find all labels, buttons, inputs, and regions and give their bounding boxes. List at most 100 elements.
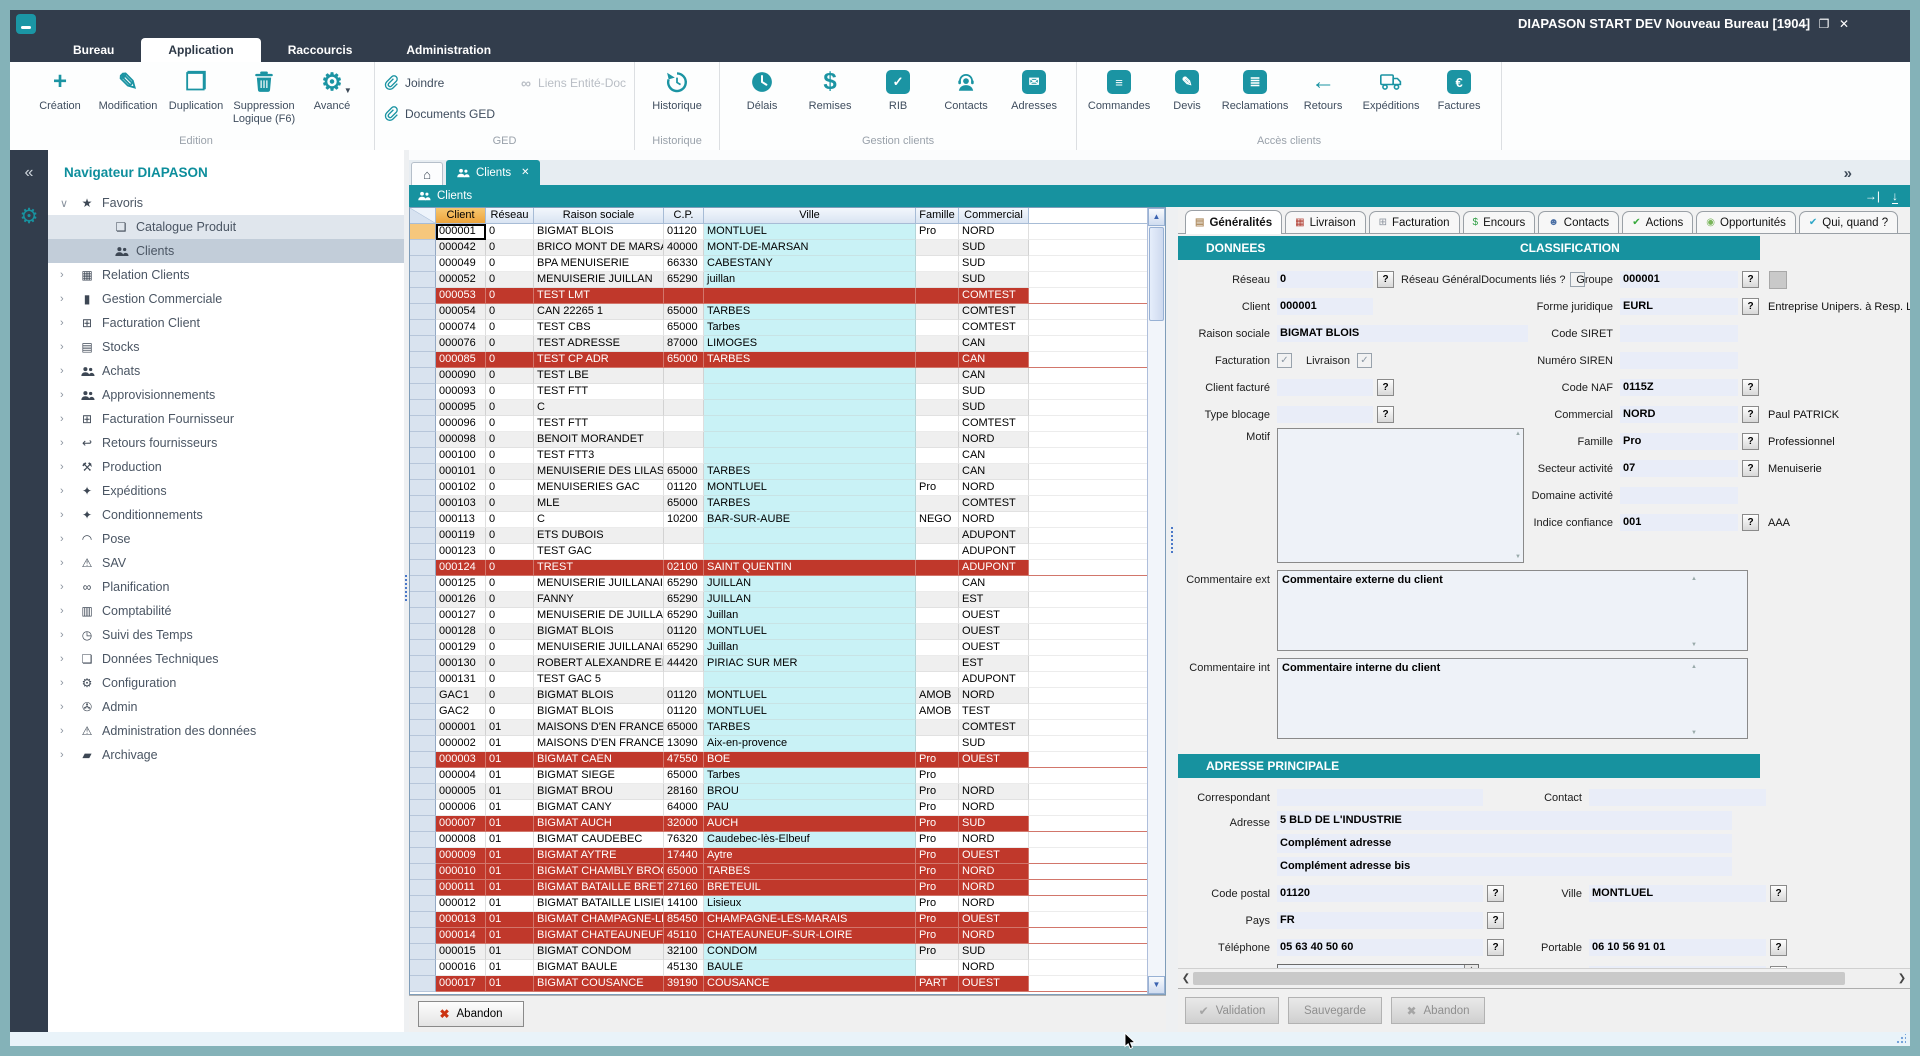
- table-row-GAC2-0[interactable]: GAC20BIGMAT BLOIS01120MONTLUELAMOBTEST: [410, 704, 1147, 720]
- sidebar-item-catalogue-produit[interactable]: ❏ Catalogue Produit: [48, 215, 404, 239]
- sidebar-item-pose[interactable]: › ◠ Pose: [48, 527, 404, 551]
- cell-ville[interactable]: Tarbes: [704, 320, 916, 336]
- ribbon-button-rib[interactable]: ✓ RIB: [865, 67, 931, 113]
- cell-reseau[interactable]: 0: [486, 448, 534, 464]
- cell-raison-sociale[interactable]: BIGMAT BLOIS: [534, 688, 664, 704]
- cell-ville[interactable]: [704, 368, 916, 384]
- numero-siren-field[interactable]: [1620, 352, 1738, 369]
- cell-raison-sociale[interactable]: BIGMAT CAEN: [534, 752, 664, 768]
- cell-famille[interactable]: Pro: [916, 768, 959, 784]
- pays-lookup-button[interactable]: ?: [1487, 912, 1504, 929]
- ribbon-button-suppression-logique-f6[interactable]: Suppression Logique (F6): [231, 67, 297, 125]
- cell-cp[interactable]: [664, 400, 704, 416]
- cell-client[interactable]: 000007: [436, 816, 486, 832]
- cell-ville[interactable]: CHAMPAGNE-LES-MARAIS: [704, 912, 916, 928]
- cell-commercial[interactable]: SUD: [959, 384, 1029, 400]
- cell-cp[interactable]: 01120: [664, 480, 704, 496]
- cell-cp[interactable]: 32000: [664, 816, 704, 832]
- cell-client[interactable]: 000096: [436, 416, 486, 432]
- cell-reseau[interactable]: 0: [486, 528, 534, 544]
- chevron-icon[interactable]: ›: [60, 749, 77, 761]
- cell-client[interactable]: 000076: [436, 336, 486, 352]
- cell-cp[interactable]: 65290: [664, 640, 704, 656]
- row-selector[interactable]: [410, 608, 436, 624]
- scroll-thumb[interactable]: [1193, 972, 1845, 985]
- table-row-000085-0[interactable]: 0000850TEST CP ADR65000TARBESCAN: [410, 352, 1147, 368]
- cell-commercial[interactable]: COMTEST: [959, 304, 1029, 320]
- cell-ville[interactable]: TARBES: [704, 464, 916, 480]
- table-row-000096-0[interactable]: 0000960TEST FTTCOMTEST: [410, 416, 1147, 432]
- cell-commercial[interactable]: NORD: [959, 480, 1029, 496]
- row-selector[interactable]: [410, 544, 436, 560]
- cell-raison-sociale[interactable]: MAISONS D'EN FRANCE: [534, 736, 664, 752]
- cell-reseau[interactable]: 0: [486, 288, 534, 304]
- chevron-icon[interactable]: ›: [60, 341, 77, 353]
- cell-commercial[interactable]: NORD: [959, 880, 1029, 896]
- column-header-client[interactable]: Client: [436, 208, 486, 224]
- cell-ville[interactable]: SAINT QUENTIN: [704, 560, 916, 576]
- cell-ville[interactable]: JUILLAN: [704, 592, 916, 608]
- cell-famille[interactable]: Pro: [916, 864, 959, 880]
- cell-commercial[interactable]: OUEST: [959, 848, 1029, 864]
- cell-famille[interactable]: [916, 384, 959, 400]
- cell-reseau[interactable]: 0: [486, 608, 534, 624]
- minimize-button[interactable]: –: [1796, 15, 1812, 33]
- row-selector[interactable]: [410, 656, 436, 672]
- cell-reseau[interactable]: 0: [486, 704, 534, 720]
- cell-client[interactable]: 000129: [436, 640, 486, 656]
- row-selector[interactable]: [410, 272, 436, 288]
- cell-famille[interactable]: Pro: [916, 944, 959, 960]
- cell-ville[interactable]: Tarbes: [704, 768, 916, 784]
- cell-raison-sociale[interactable]: BIGMAT AYTRE: [534, 848, 664, 864]
- chevron-icon[interactable]: ›: [60, 485, 77, 497]
- cell-raison-sociale[interactable]: TEST FTT: [534, 416, 664, 432]
- cell-cp[interactable]: 13090: [664, 736, 704, 752]
- cell-raison-sociale[interactable]: BENOIT MORANDET: [534, 432, 664, 448]
- secteur-lookup-button[interactable]: ?: [1742, 460, 1759, 477]
- cell-client[interactable]: 000098: [436, 432, 486, 448]
- cell-commercial[interactable]: NORD: [959, 864, 1029, 880]
- cell-reseau[interactable]: 0: [486, 272, 534, 288]
- cell-famille[interactable]: [916, 736, 959, 752]
- cell-commercial[interactable]: NORD: [959, 224, 1029, 240]
- row-selector[interactable]: [410, 928, 436, 944]
- cell-commercial[interactable]: COMTEST: [959, 416, 1029, 432]
- dock-down-icon[interactable]: ↓: [1892, 189, 1898, 204]
- cell-cp[interactable]: 65000: [664, 304, 704, 320]
- cell-cp[interactable]: 44420: [664, 656, 704, 672]
- ribbon-button-adresses[interactable]: ✉ Adresses: [1001, 67, 1067, 113]
- resize-grip[interactable]: [1896, 1034, 1906, 1044]
- commentaire-int-textarea[interactable]: Commentaire interne du client: [1277, 658, 1748, 739]
- cell-reseau[interactable]: 01: [486, 896, 534, 912]
- ribbon-button-remises[interactable]: $ Remises: [797, 67, 863, 113]
- row-selector[interactable]: [410, 784, 436, 800]
- cell-cp[interactable]: 02100: [664, 560, 704, 576]
- cell-reseau[interactable]: 01: [486, 784, 534, 800]
- cell-famille[interactable]: Pro: [916, 784, 959, 800]
- cell-reseau[interactable]: 0: [486, 480, 534, 496]
- cell-reseau[interactable]: 01: [486, 832, 534, 848]
- secteur-activite-field[interactable]: 07: [1620, 460, 1738, 477]
- row-selector[interactable]: [410, 384, 436, 400]
- cell-famille[interactable]: [916, 528, 959, 544]
- cell-raison-sociale[interactable]: ROBERT ALEXANDRE EN: [534, 656, 664, 672]
- cell-commercial[interactable]: NORD: [959, 832, 1029, 848]
- cell-reseau[interactable]: 01: [486, 768, 534, 784]
- cell-ville[interactable]: PAU: [704, 800, 916, 816]
- cell-ville[interactable]: MONTLUEL: [704, 224, 916, 240]
- cell-cp[interactable]: [664, 368, 704, 384]
- cell-reseau[interactable]: 01: [486, 720, 534, 736]
- select-all-header[interactable]: [410, 208, 436, 224]
- cell-raison-sociale[interactable]: BIGMAT BATAILLE LISIEU: [534, 896, 664, 912]
- cell-reseau[interactable]: 01: [486, 864, 534, 880]
- ribbon-button-historique[interactable]: Historique: [644, 67, 710, 113]
- cell-ville[interactable]: BAR-SUR-AUBE: [704, 512, 916, 528]
- column-header-raison-sociale[interactable]: Raison sociale: [534, 208, 664, 224]
- cell-ville[interactable]: CHATEAUNEUF-SUR-LOIRE: [704, 928, 916, 944]
- cell-client[interactable]: 000074: [436, 320, 486, 336]
- tab-livraison[interactable]: ▦ Livraison: [1285, 211, 1365, 233]
- cell-reseau[interactable]: 0: [486, 672, 534, 688]
- sidebar-item-favoris[interactable]: ∨ ★ Favoris: [48, 191, 404, 215]
- reseau-lookup-button[interactable]: ?: [1377, 271, 1394, 288]
- cell-client[interactable]: 000006: [436, 800, 486, 816]
